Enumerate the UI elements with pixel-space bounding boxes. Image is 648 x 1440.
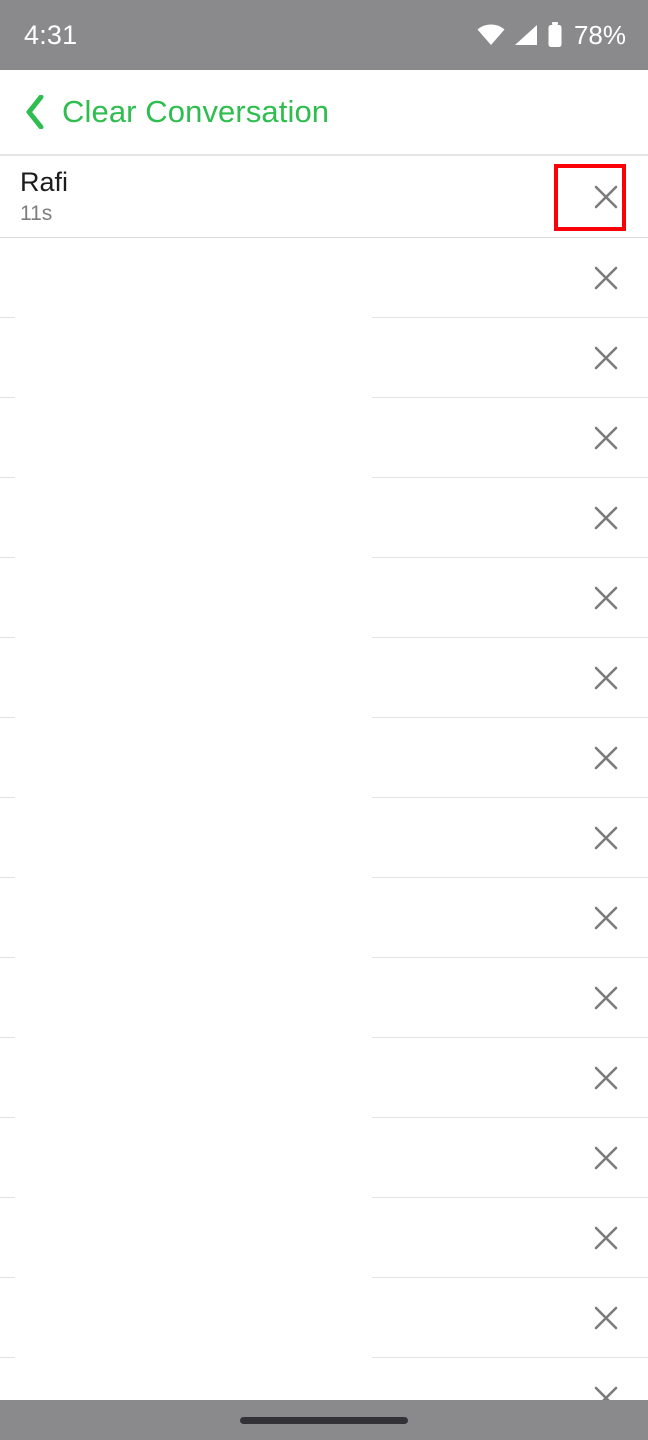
close-x-icon bbox=[593, 585, 619, 611]
clear-conversation-button[interactable] bbox=[586, 258, 626, 298]
close-x-icon bbox=[593, 345, 619, 371]
conversation-timestamp: 11s bbox=[20, 202, 53, 225]
close-x-icon bbox=[593, 825, 619, 851]
close-x-icon bbox=[593, 1305, 619, 1331]
conversation-name: Rafi bbox=[20, 167, 69, 197]
chevron-left-icon[interactable] bbox=[20, 92, 50, 132]
conversation-row[interactable] bbox=[0, 238, 648, 318]
conversation-row-text: Rafi 11s bbox=[20, 156, 68, 237]
close-x-icon bbox=[593, 1145, 619, 1171]
status-bar: 4:31 78% bbox=[0, 0, 648, 70]
clear-conversation-button[interactable] bbox=[586, 177, 626, 217]
conversation-row[interactable] bbox=[0, 1038, 648, 1118]
clear-conversation-button[interactable] bbox=[586, 338, 626, 378]
phone-screen: 4:31 78% Clear Conversation Rafi 11s bbox=[0, 0, 648, 1440]
clear-conversation-button[interactable] bbox=[586, 498, 626, 538]
clear-conversation-button[interactable] bbox=[586, 1138, 626, 1178]
conversation-row[interactable] bbox=[0, 558, 648, 638]
close-x-icon bbox=[593, 1225, 619, 1251]
conversation-row[interactable] bbox=[0, 958, 648, 1038]
close-x-icon bbox=[593, 425, 619, 451]
conversation-row[interactable] bbox=[0, 1118, 648, 1198]
close-x-icon bbox=[593, 905, 619, 931]
battery-percentage-label: 78% bbox=[573, 19, 626, 50]
status-bar-clock: 4:31 bbox=[24, 19, 78, 50]
close-x-icon bbox=[593, 184, 619, 210]
page-title: Clear Conversation bbox=[62, 94, 330, 129]
clear-conversation-button[interactable] bbox=[586, 818, 626, 858]
conversation-row[interactable] bbox=[0, 318, 648, 398]
conversation-row[interactable] bbox=[0, 718, 648, 798]
wifi-icon bbox=[477, 24, 505, 46]
conversation-row[interactable] bbox=[0, 398, 648, 478]
system-navigation-bar bbox=[0, 1400, 648, 1440]
clear-conversation-button[interactable] bbox=[586, 738, 626, 778]
clear-conversation-button[interactable] bbox=[586, 1058, 626, 1098]
status-bar-icons: 78% bbox=[477, 20, 626, 51]
clear-conversation-button[interactable] bbox=[586, 658, 626, 698]
clear-conversation-button[interactable] bbox=[586, 1298, 626, 1338]
close-x-icon bbox=[593, 1065, 619, 1091]
conversation-list[interactable]: Rafi 11s bbox=[0, 155, 648, 1438]
close-x-icon bbox=[593, 505, 619, 531]
clear-conversation-button[interactable] bbox=[586, 418, 626, 458]
home-gesture-pill[interactable] bbox=[240, 1416, 408, 1424]
app-header: Clear Conversation bbox=[0, 70, 648, 155]
conversation-row[interactable] bbox=[0, 798, 648, 878]
close-x-icon bbox=[593, 985, 619, 1011]
close-x-icon bbox=[593, 665, 619, 691]
close-x-icon bbox=[593, 745, 619, 771]
clear-conversation-button[interactable] bbox=[586, 978, 626, 1018]
conversation-row[interactable]: Rafi 11s bbox=[0, 155, 648, 238]
battery-icon bbox=[547, 22, 563, 48]
conversation-row[interactable] bbox=[0, 1278, 648, 1358]
clear-conversation-button[interactable] bbox=[586, 1218, 626, 1258]
cellular-signal-icon bbox=[514, 24, 538, 46]
conversation-row[interactable] bbox=[0, 638, 648, 718]
conversation-row[interactable] bbox=[0, 1198, 648, 1278]
clear-conversation-button[interactable] bbox=[586, 898, 626, 938]
conversation-row[interactable] bbox=[0, 878, 648, 958]
close-x-icon bbox=[593, 265, 619, 291]
conversation-row[interactable] bbox=[0, 478, 648, 558]
clear-conversation-button[interactable] bbox=[586, 578, 626, 618]
